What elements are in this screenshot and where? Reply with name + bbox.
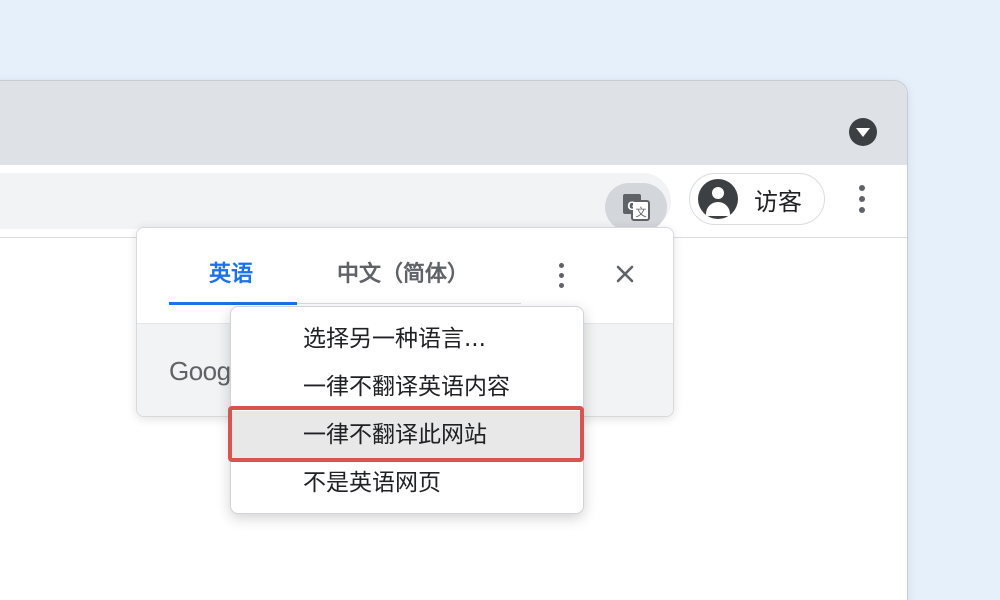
translate-button[interactable]: G 文 (605, 183, 667, 231)
close-button[interactable] (613, 262, 637, 286)
bubble-options-button[interactable] (549, 258, 573, 292)
address-bar[interactable]: G 文 (0, 173, 671, 231)
menu-item-never-translate-site[interactable]: 一律不翻译此网站 (231, 411, 583, 459)
translate-icon: G 文 (623, 194, 650, 221)
menu-item-choose-language[interactable]: 选择另一种语言... (231, 315, 583, 363)
tab-target-language[interactable]: 中文（简体） (337, 256, 469, 288)
more-vert-icon (558, 262, 564, 268)
profile-button[interactable]: 访客 (689, 173, 825, 225)
tab-search-button[interactable] (849, 118, 877, 146)
svg-text:文: 文 (636, 205, 647, 219)
avatar-icon (698, 179, 738, 219)
tab-source-language[interactable]: 英语 (209, 256, 253, 288)
active-tab-indicator (169, 302, 297, 305)
translate-options-menu: 选择另一种语言... 一律不翻译英语内容 一律不翻译此网站 不是英语网页 (230, 306, 584, 514)
chevron-down-icon (856, 128, 870, 137)
close-icon (616, 265, 634, 283)
tab-divider (297, 303, 521, 304)
more-vert-icon[interactable] (847, 179, 877, 219)
profile-name: 访客 (754, 187, 802, 216)
menu-item-not-this-language[interactable]: 不是英语网页 (231, 459, 583, 507)
tab-strip (0, 81, 907, 165)
menu-item-never-translate-language[interactable]: 一律不翻译英语内容 (231, 363, 583, 411)
